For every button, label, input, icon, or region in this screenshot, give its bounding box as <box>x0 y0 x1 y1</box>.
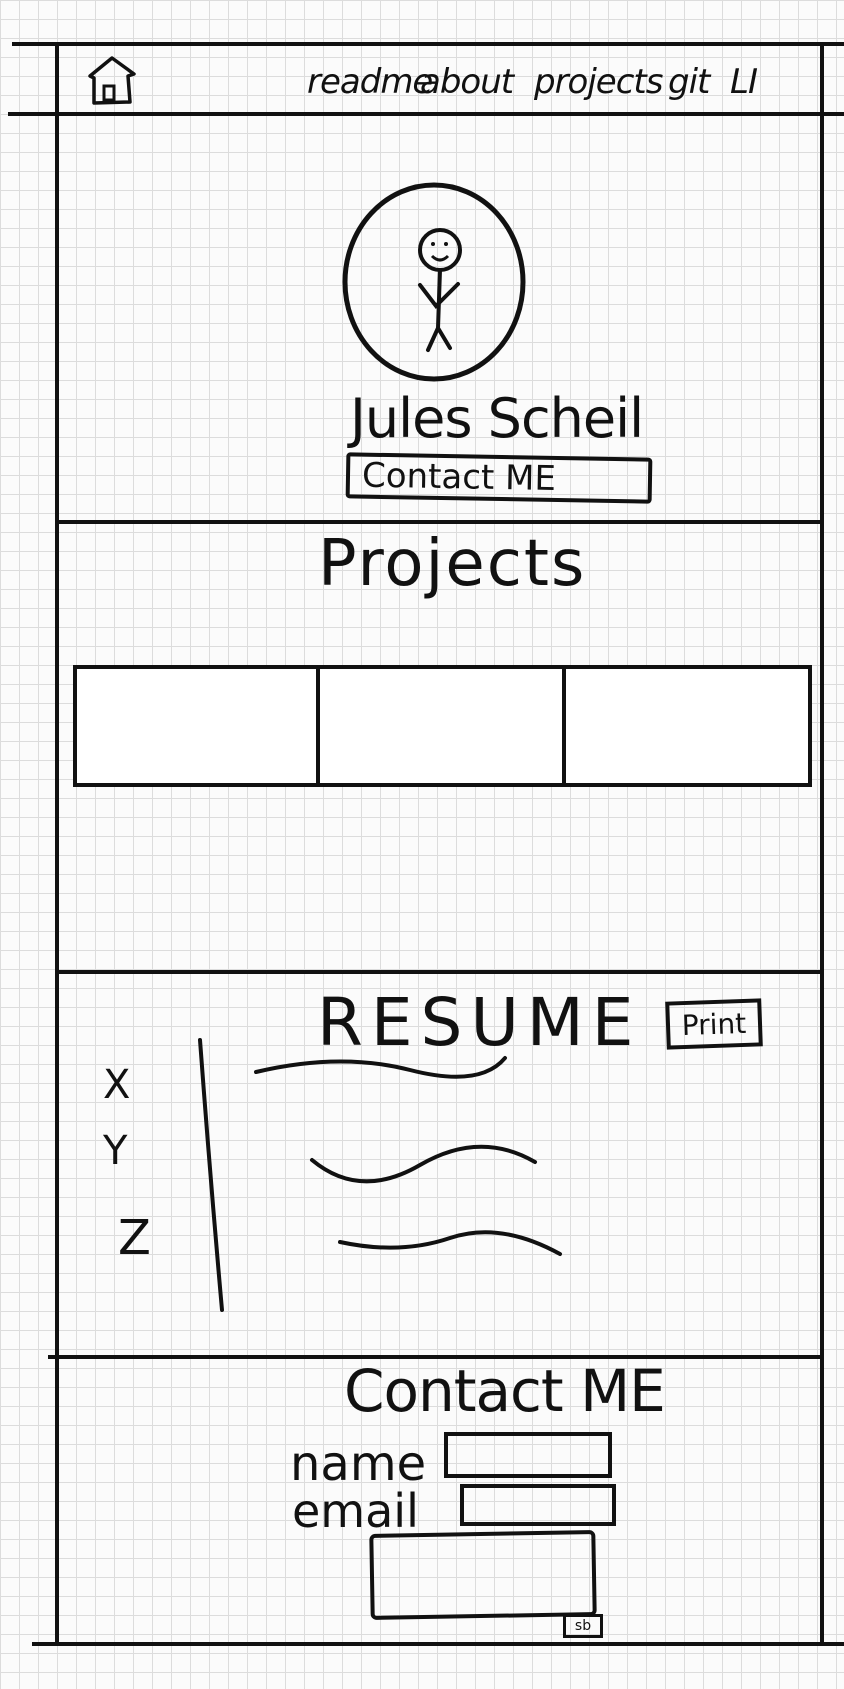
avatar <box>342 182 526 382</box>
nav-link-readme[interactable]: readme <box>307 62 433 102</box>
contact-me-button[interactable]: Contact ME <box>345 452 653 504</box>
projects-divider <box>55 970 820 974</box>
home-icon[interactable] <box>84 52 142 106</box>
email-field[interactable] <box>460 1484 616 1526</box>
hero-divider <box>55 520 820 524</box>
profile-name: Jules Scheil <box>350 387 644 450</box>
print-button[interactable]: Print <box>665 998 763 1050</box>
resume-side-mark: Y <box>103 1128 128 1174</box>
resume-text-placeholder <box>254 1056 562 1256</box>
print-button-label: Print <box>681 1006 747 1042</box>
message-field[interactable] <box>369 1530 597 1620</box>
name-field[interactable] <box>444 1432 612 1478</box>
contact-title: Contact ME <box>344 1357 666 1425</box>
nav-link-projects[interactable]: projects <box>534 62 663 102</box>
bottom-border <box>32 1642 844 1646</box>
project-card[interactable] <box>73 665 320 787</box>
name-label: name <box>290 1436 427 1492</box>
project-card[interactable] <box>316 665 566 787</box>
contact-me-button-label: Contact ME <box>361 455 557 499</box>
resume-title: RESUME <box>317 984 642 1061</box>
submit-button-label: sb <box>574 1618 592 1634</box>
projects-title: Projects <box>318 527 587 601</box>
navbar-bottom-border <box>8 112 844 116</box>
project-card[interactable] <box>562 665 812 787</box>
top-border <box>12 42 844 46</box>
nav-link-about[interactable]: about <box>420 62 514 102</box>
nav-link-linkedin[interactable]: LI <box>730 62 758 102</box>
resume-side-mark: X <box>103 1062 131 1108</box>
nav-link-git[interactable]: git <box>668 62 710 102</box>
resume-timeline-line <box>198 1038 224 1312</box>
submit-button[interactable]: sb <box>563 1614 603 1638</box>
resume-side-mark: Z <box>118 1210 151 1266</box>
email-label: email <box>292 1484 419 1538</box>
